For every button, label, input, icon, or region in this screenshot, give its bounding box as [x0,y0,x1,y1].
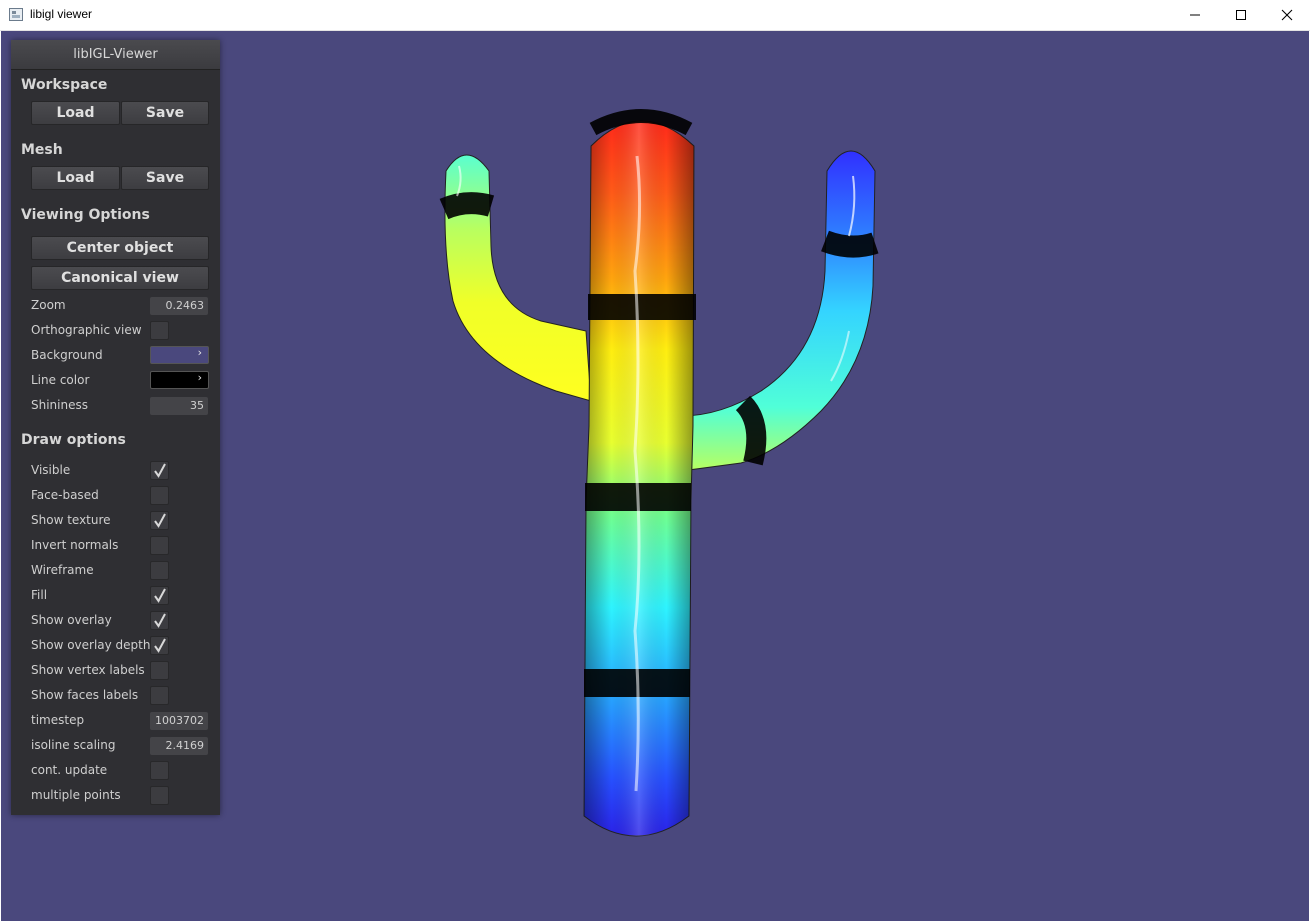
show-overlay-checkbox[interactable] [150,611,169,630]
face-based-label: Face-based [31,488,99,502]
canonical-view-button[interactable]: Canonical view [31,266,209,290]
background-color-picker[interactable]: › [150,346,209,364]
invert-normals-checkbox[interactable] [150,536,169,555]
visible-checkbox[interactable] [150,461,169,480]
chevron-right-icon: › [197,371,202,384]
checkmark-icon [154,638,166,653]
fill-checkbox[interactable] [150,586,169,605]
zoom-label: Zoom [31,298,66,312]
show-overlay-label: Show overlay [31,613,112,627]
checkmark-icon [154,613,166,628]
face-based-checkbox[interactable] [150,486,169,505]
maximize-button[interactable] [1218,0,1264,30]
show-faces-labels-checkbox[interactable] [150,686,169,705]
orthographic-view-label: Orthographic view [31,323,142,337]
invert-normals-label: Invert normals [31,538,119,552]
app-icon [9,8,23,21]
show-texture-checkbox[interactable] [150,511,169,530]
fill-label: Fill [31,588,48,602]
wireframe-checkbox[interactable] [150,561,169,580]
show-overlay-depth-label: Show overlay depth [31,638,151,652]
maximize-icon [1236,10,1246,20]
show-faces-labels-label: Show faces labels [31,688,139,702]
minimize-button[interactable] [1172,0,1218,30]
line-color-picker[interactable]: › [150,371,209,389]
chevron-right-icon: › [197,346,202,359]
isoline-scaling-input[interactable]: 2.4169 [150,737,208,755]
title-bar: libigl viewer [0,0,1310,31]
show-texture-label: Show texture [31,513,111,527]
zoom-input[interactable]: 0.2463 [150,297,208,315]
orthographic-view-checkbox[interactable] [150,321,169,340]
workspace-save-button[interactable]: Save [121,101,209,125]
mesh-heading: Mesh [21,142,63,158]
mesh-load-button[interactable]: Load [31,166,120,190]
viewing-options-heading: Viewing Options [21,207,150,223]
timestep-label: timestep [31,713,85,727]
multiple-points-label: multiple points [31,788,121,802]
minimize-icon [1190,14,1200,16]
checkmark-icon [154,513,166,528]
mesh-save-button[interactable]: Save [121,166,209,190]
background-label: Background [31,348,103,362]
timestep-input[interactable]: 1003702 [150,712,208,730]
wireframe-label: Wireframe [31,563,94,577]
shininess-label: Shininess [31,398,88,412]
viewer-menu-panel: libIGL-Viewer Workspace Load Save Mesh L… [11,40,220,815]
center-object-button[interactable]: Center object [31,236,209,260]
checkmark-icon [154,588,166,603]
line-color-label: Line color [31,373,90,387]
shininess-input[interactable]: 35 [150,397,208,415]
isoline-scaling-label: isoline scaling [31,738,116,752]
visible-label: Visible [31,463,71,477]
close-icon [1281,9,1293,21]
workspace-heading: Workspace [21,77,108,93]
cont-update-checkbox[interactable] [150,761,169,780]
checkmark-icon [154,463,166,478]
show-vertex-labels-label: Show vertex labels [31,663,145,677]
draw-options-heading: Draw options [21,432,126,448]
show-overlay-depth-checkbox[interactable] [150,636,169,655]
multiple-points-checkbox[interactable] [150,786,169,805]
window-title: libigl viewer [30,7,93,21]
close-button[interactable] [1264,0,1310,30]
cont-update-label: cont. update [31,763,108,777]
show-vertex-labels-checkbox[interactable] [150,661,169,680]
workspace-load-button[interactable]: Load [31,101,120,125]
panel-title[interactable]: libIGL-Viewer [11,40,220,70]
